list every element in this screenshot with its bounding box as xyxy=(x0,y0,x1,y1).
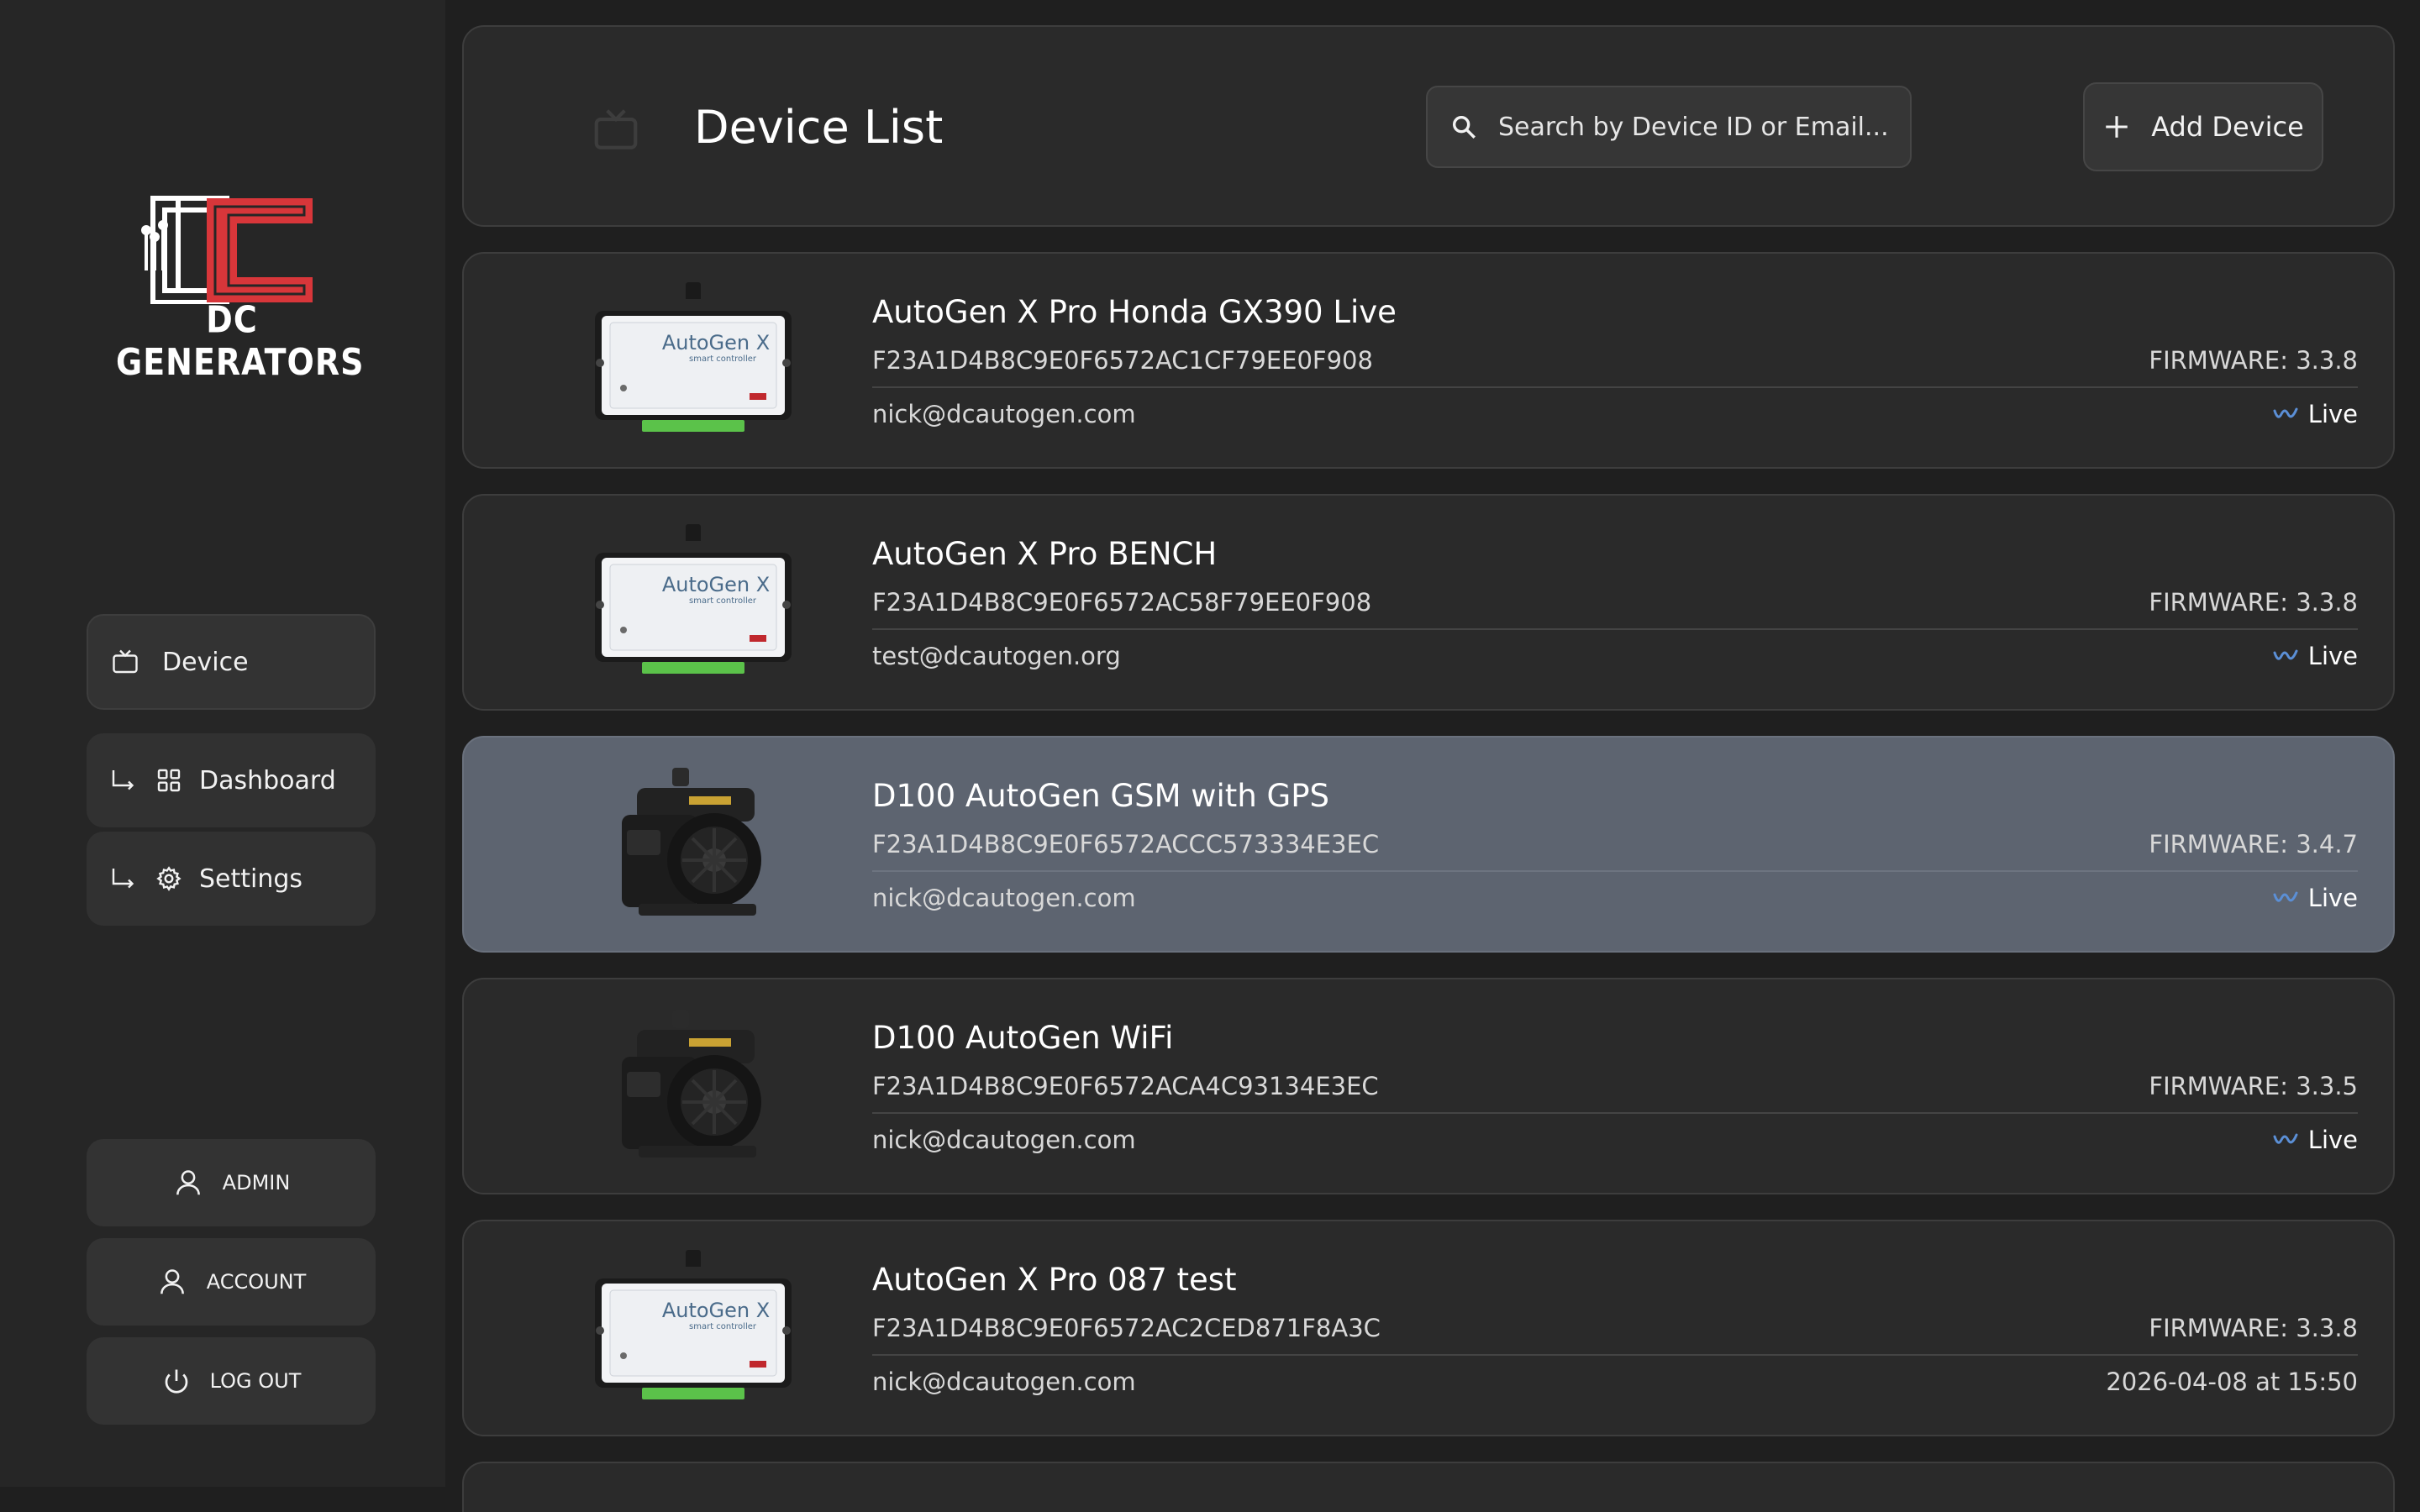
card-divider xyxy=(872,628,2358,630)
nav-settings-label: Settings xyxy=(199,864,303,894)
page-header: Device List Add Device xyxy=(462,25,2395,227)
card-divider xyxy=(872,1112,2358,1114)
add-device-label: Add Device xyxy=(2151,111,2304,143)
device-firmware: FIRMWARE: 3.3.5 xyxy=(2149,1072,2358,1100)
live-wave-icon xyxy=(2273,891,2298,902)
device-card-partial-body xyxy=(462,1462,2395,1512)
device-firmware: FIRMWARE: 3.4.7 xyxy=(2149,830,2358,858)
device-id: F23A1D4B8C9E0F6572ACCC573334E3EC xyxy=(872,830,1380,858)
device-status-label: Live xyxy=(2307,400,2358,428)
account-label: ACCOUNT xyxy=(206,1270,307,1294)
nav-settings-button[interactable]: Settings xyxy=(87,832,376,926)
nav-device-button[interactable]: Device xyxy=(87,614,376,710)
device-name: D100 AutoGen GSM with GPS xyxy=(872,778,1329,814)
device-email: test@dcautogen.org xyxy=(872,642,1121,670)
admin-label: ADMIN xyxy=(222,1171,291,1194)
nav-device-label: Device xyxy=(162,647,249,677)
device-firmware: FIRMWARE: 3.3.8 xyxy=(2149,588,2358,617)
device-name: AutoGen X Pro 087 test xyxy=(872,1262,1237,1298)
live-wave-icon xyxy=(2273,649,2298,660)
add-device-button[interactable]: Add Device xyxy=(2083,82,2323,171)
device-thumbnail xyxy=(588,763,798,927)
svg-text:smart controller: smart controller xyxy=(689,1322,757,1331)
controller-device-image: AutoGen X smart controller xyxy=(595,524,792,674)
live-wave-icon xyxy=(2273,407,2298,418)
search-input[interactable] xyxy=(1498,112,1893,142)
device-status-label: Live xyxy=(2307,884,2358,912)
device-name: AutoGen X Pro Honda GX390 Live xyxy=(872,294,1397,330)
engine-device-image xyxy=(622,768,761,916)
device-status: Live xyxy=(2273,400,2358,428)
page-title: Device List xyxy=(694,101,944,154)
device-card-partial[interactable] xyxy=(462,1462,2395,1512)
device-status-label: Live xyxy=(2307,1126,2358,1154)
power-icon xyxy=(165,1369,187,1394)
device-email: nick@dcautogen.com xyxy=(872,884,1136,912)
device-card[interactable]: D100 AutoGen WiFi F23A1D4B8C9E0F6572ACA4C… xyxy=(462,978,2395,1194)
card-divider xyxy=(872,1354,2358,1356)
device-status: Live xyxy=(2273,1126,2358,1154)
device-thumbnail: AutoGen X smart controller xyxy=(588,1247,798,1411)
engine-device-image xyxy=(622,1010,761,1158)
sub-arrow-icon xyxy=(112,770,134,790)
logout-button[interactable]: LOG OUT xyxy=(87,1337,376,1425)
device-card[interactable]: AutoGen X smart controller AutoGen X Pro… xyxy=(462,494,2395,711)
controller-device-image: AutoGen X smart controller xyxy=(595,282,792,432)
device-thumbnail: AutoGen X smart controller xyxy=(588,279,798,444)
svg-text:smart controller: smart controller xyxy=(689,354,757,364)
brand-name: DC GENERATORS xyxy=(116,298,365,384)
nav-dashboard-label: Dashboard xyxy=(199,765,336,795)
controller-device-image: AutoGen X smart controller xyxy=(595,1250,792,1399)
device-list: AutoGen X smart controller AutoGen X Pro… xyxy=(462,252,2395,1487)
brand-logo[interactable]: DC GENERATORS xyxy=(116,195,363,384)
device-email: nick@dcautogen.com xyxy=(872,400,1136,428)
device-firmware: FIRMWARE: 3.3.8 xyxy=(2149,1314,2358,1342)
device-id: F23A1D4B8C9E0F6572AC2CED871F8A3C xyxy=(872,1314,1381,1342)
device-email: nick@dcautogen.com xyxy=(872,1126,1136,1154)
tv-icon xyxy=(594,109,638,150)
device-card[interactable]: AutoGen X smart controller AutoGen X Pro… xyxy=(462,1220,2395,1436)
gear-icon xyxy=(156,866,182,891)
device-email: nick@dcautogen.com xyxy=(872,1368,1136,1396)
device-id: F23A1D4B8C9E0F6572ACA4C93134E3EC xyxy=(872,1072,1379,1100)
dc-logo-icon xyxy=(141,196,313,305)
dashboard-grid-icon xyxy=(157,769,181,792)
sub-arrow-icon xyxy=(112,869,134,889)
search-box[interactable] xyxy=(1426,86,1912,168)
device-card[interactable]: D100 AutoGen GSM with GPS F23A1D4B8C9E0F6… xyxy=(462,736,2395,953)
account-button[interactable]: ACCOUNT xyxy=(87,1238,376,1326)
tv-icon xyxy=(113,649,138,674)
user-icon xyxy=(176,1170,200,1195)
sidebar: DC GENERATORS Device Dashboard Settings … xyxy=(0,0,445,1487)
device-status: Live xyxy=(2273,884,2358,912)
admin-button[interactable]: ADMIN xyxy=(87,1139,376,1226)
logout-label: LOG OUT xyxy=(209,1369,302,1393)
device-thumbnail: AutoGen X smart controller xyxy=(588,521,798,685)
device-thumbnail xyxy=(588,1005,798,1169)
device-id: F23A1D4B8C9E0F6572AC1CF79EE0F908 xyxy=(872,346,1373,375)
svg-text:AutoGen X: AutoGen X xyxy=(662,331,770,354)
device-id: F23A1D4B8C9E0F6572AC58F79EE0F908 xyxy=(872,588,1372,617)
svg-text:AutoGen X: AutoGen X xyxy=(662,1299,770,1322)
search-icon xyxy=(1452,115,1476,139)
nav-dashboard-button[interactable]: Dashboard xyxy=(87,733,376,827)
live-wave-icon xyxy=(2273,1133,2298,1144)
card-divider xyxy=(872,870,2358,872)
device-firmware: FIRMWARE: 3.3.8 xyxy=(2149,346,2358,375)
device-card[interactable]: AutoGen X smart controller AutoGen X Pro… xyxy=(462,252,2395,469)
user-icon xyxy=(160,1269,184,1294)
device-name: AutoGen X Pro BENCH xyxy=(872,536,1218,572)
svg-text:AutoGen X: AutoGen X xyxy=(662,573,770,596)
app-window: DC GENERATORS Device Dashboard Settings … xyxy=(0,0,2420,1512)
device-name: D100 AutoGen WiFi xyxy=(872,1020,1174,1056)
card-divider xyxy=(872,386,2358,388)
device-status-label: 2026-04-08 at 15:50 xyxy=(2106,1368,2358,1396)
plus-icon xyxy=(2106,116,2128,138)
device-status: 2026-04-08 at 15:50 xyxy=(2106,1368,2358,1396)
device-status-label: Live xyxy=(2307,642,2358,670)
device-status: Live xyxy=(2273,642,2358,670)
svg-text:smart controller: smart controller xyxy=(689,596,757,606)
